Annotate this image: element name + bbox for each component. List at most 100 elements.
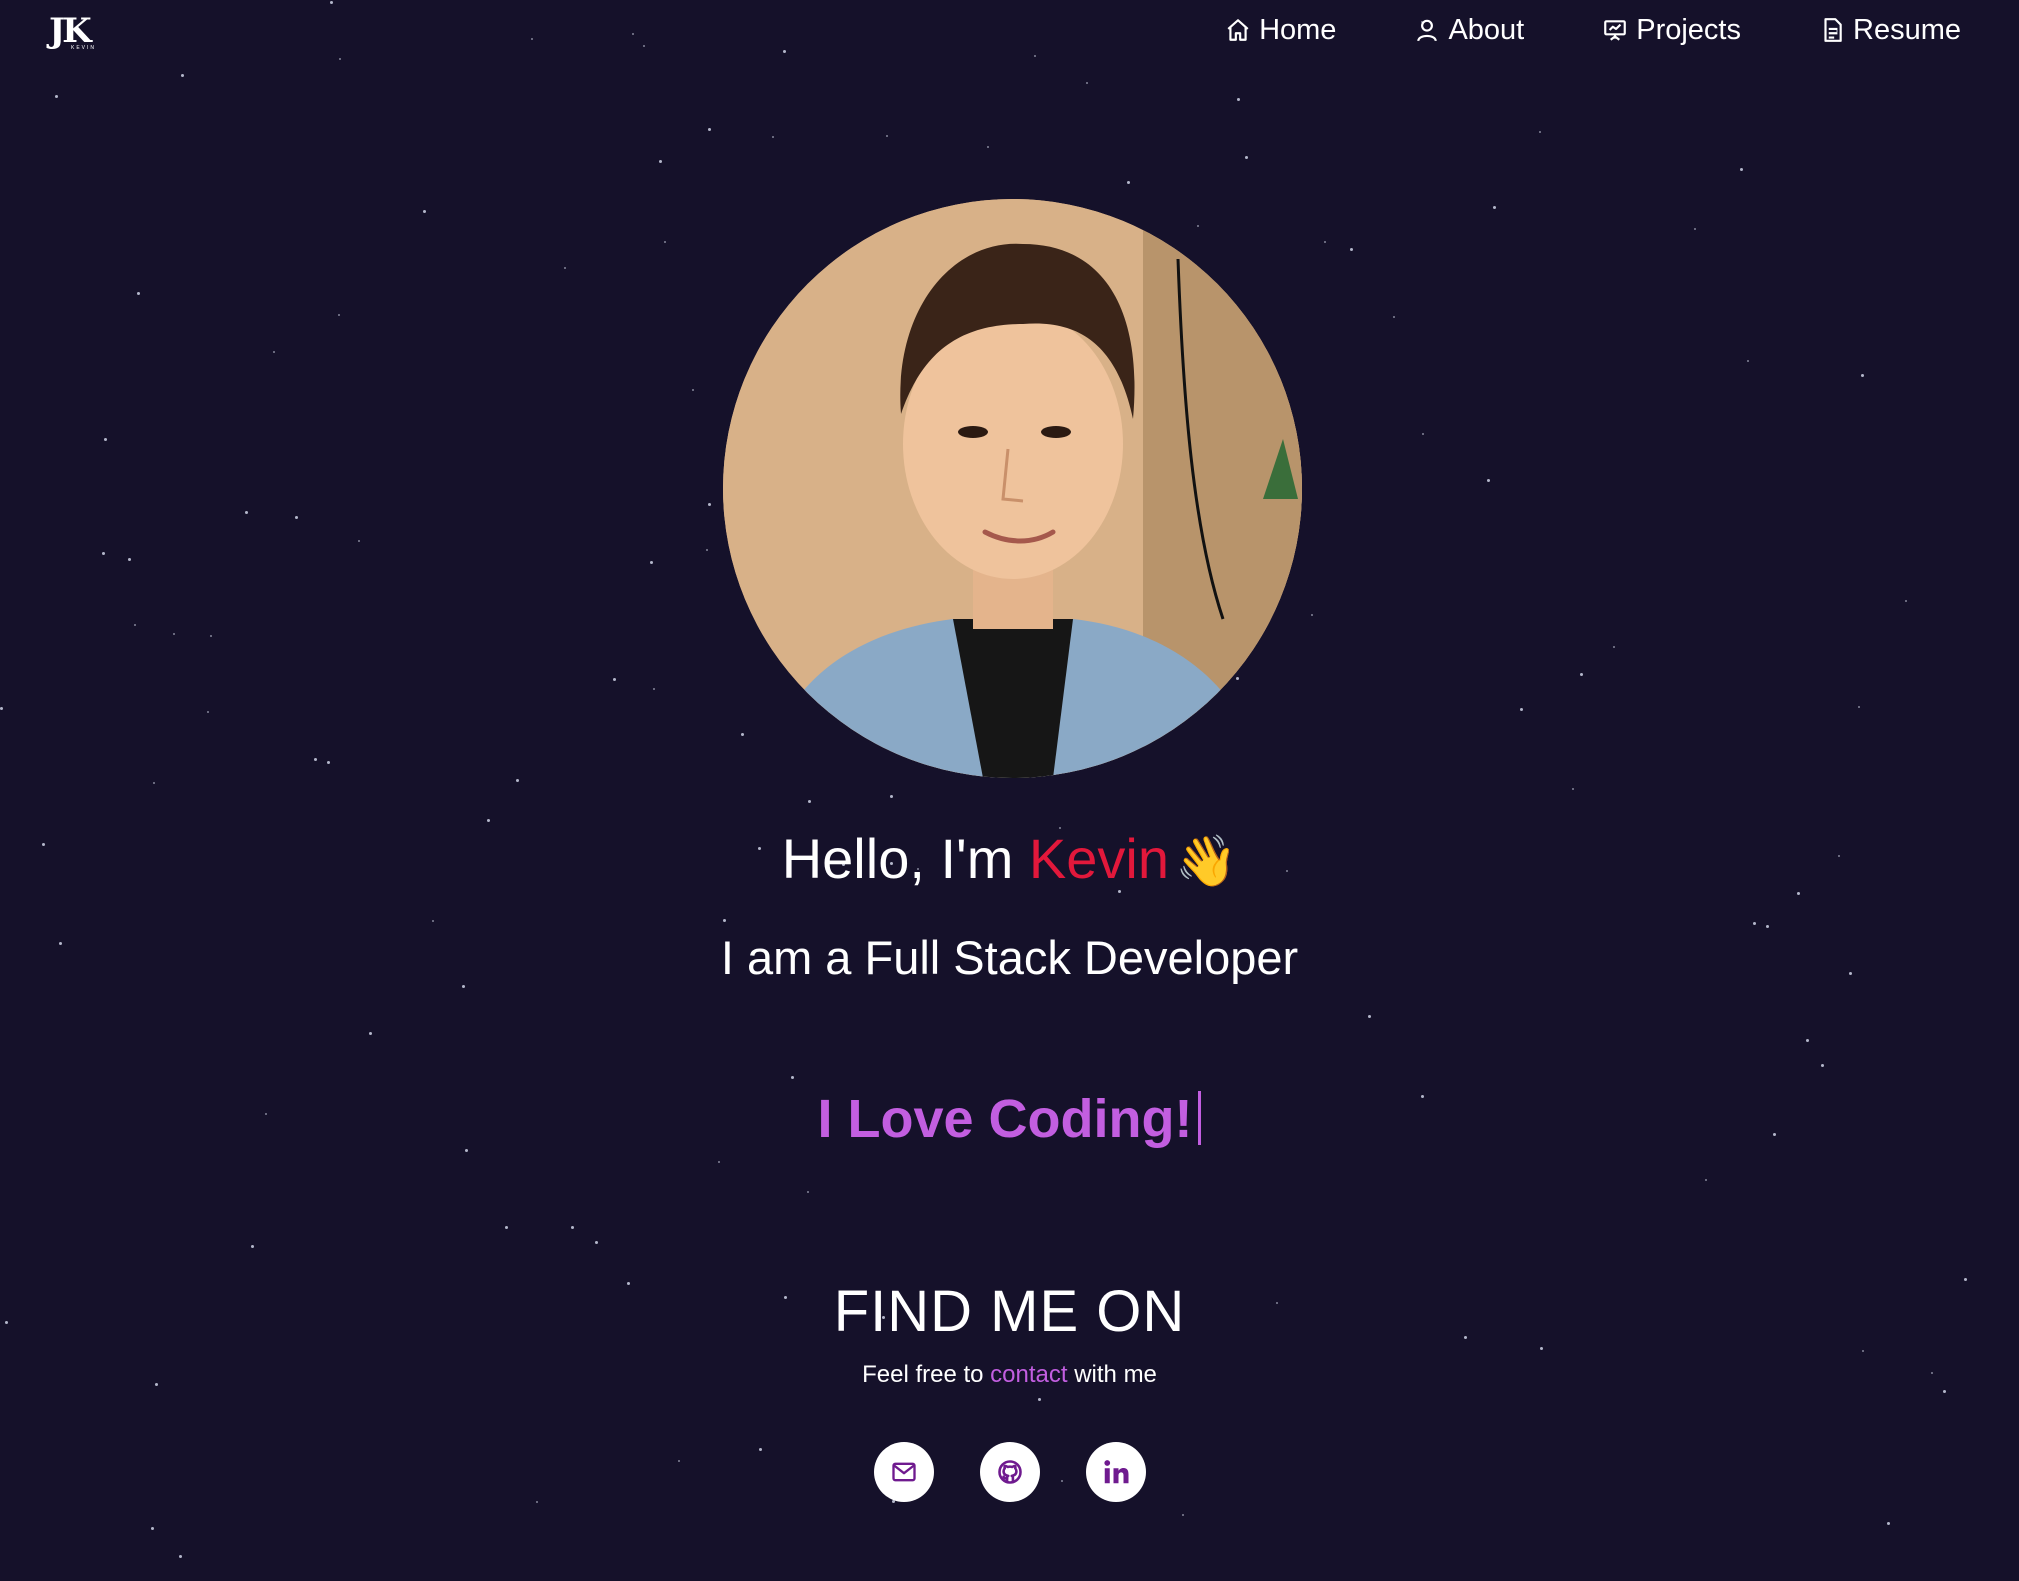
star — [210, 635, 212, 637]
star — [102, 552, 105, 555]
star — [1572, 788, 1574, 790]
nav-item-projects[interactable]: Projects — [1602, 12, 1741, 48]
linkedin-button[interactable] — [1085, 1442, 1146, 1502]
logo[interactable]: JK KEVIN — [49, 14, 115, 52]
email-button[interactable] — [873, 1442, 934, 1502]
star — [1324, 241, 1326, 243]
nav-item-label: Projects — [1636, 13, 1741, 46]
nav-item-label: About — [1448, 13, 1525, 46]
star — [1520, 708, 1523, 711]
star — [708, 503, 711, 506]
star — [134, 624, 136, 626]
star — [137, 292, 140, 295]
star — [708, 128, 711, 131]
star — [462, 985, 465, 988]
star — [1694, 228, 1696, 230]
presentation-icon — [1604, 20, 1627, 41]
star — [173, 633, 175, 635]
github-icon — [997, 1460, 1022, 1484]
star — [692, 389, 694, 391]
home-icon — [1227, 19, 1249, 41]
profile-avatar — [723, 199, 1302, 778]
greeting-prefix: Hello, I'm — [781, 827, 1029, 890]
star — [432, 920, 434, 922]
logo-subtext: KEVIN — [71, 45, 97, 51]
star — [1086, 82, 1088, 84]
star — [327, 761, 330, 764]
star — [338, 314, 340, 316]
star — [207, 711, 209, 713]
social-links — [0, 1442, 2019, 1502]
star — [1245, 156, 1248, 159]
star — [886, 135, 888, 137]
star — [1237, 98, 1240, 101]
star — [1580, 673, 1583, 676]
nav-item-resume[interactable]: Resume — [1819, 12, 1961, 48]
typing-cursor — [1198, 1091, 1202, 1145]
star — [179, 1555, 182, 1558]
linkedin-icon — [1103, 1460, 1128, 1484]
star — [151, 1527, 154, 1530]
star — [1753, 922, 1756, 925]
star — [1350, 248, 1353, 251]
star — [808, 800, 811, 803]
star — [1747, 360, 1749, 362]
feel-suffix: with me — [1067, 1361, 1157, 1388]
star — [1887, 1522, 1890, 1525]
nav-item-label: Home — [1259, 13, 1337, 46]
github-button[interactable] — [979, 1442, 1040, 1502]
star — [1422, 433, 1424, 435]
star — [516, 779, 519, 782]
star — [791, 1076, 794, 1079]
star — [153, 782, 155, 784]
star — [1182, 1514, 1184, 1516]
star — [295, 516, 298, 519]
contact-link[interactable]: contact — [990, 1361, 1067, 1388]
star — [1127, 181, 1130, 184]
nav-item-home[interactable]: Home — [1225, 12, 1336, 48]
star — [358, 540, 360, 542]
logo-text: JK — [49, 11, 92, 51]
star — [181, 74, 184, 77]
star — [613, 678, 616, 681]
greeting-name: Kevin — [1028, 827, 1169, 890]
star — [890, 795, 893, 798]
find-me-subtitle: Feel free to contact with me — [0, 1361, 2019, 1389]
hero-role: I am a Full Stack Developer — [720, 931, 1299, 984]
star — [741, 733, 744, 736]
mail-icon — [891, 1462, 916, 1482]
star — [1539, 131, 1541, 133]
star — [273, 351, 275, 353]
star — [369, 1032, 372, 1035]
star — [251, 1245, 254, 1248]
star — [1487, 479, 1490, 482]
star — [245, 511, 248, 514]
navbar: JK KEVIN Home About Projects Resume — [0, 0, 2019, 62]
find-me-title: FIND ME ON — [833, 1279, 1186, 1344]
typewriter-value: I Love Coding! — [817, 1089, 1193, 1149]
star — [1861, 374, 1864, 377]
star — [314, 758, 317, 761]
star — [1197, 225, 1199, 227]
star — [664, 241, 666, 243]
star — [1858, 706, 1860, 708]
star — [1705, 1179, 1707, 1181]
star — [1806, 1039, 1809, 1042]
profile-photo — [723, 199, 1302, 778]
star — [1821, 1064, 1824, 1067]
hero-greeting: Hello, I'm Kevin 👋 — [0, 826, 2019, 891]
star — [571, 1226, 574, 1229]
star — [1311, 614, 1313, 616]
star — [1943, 1390, 1946, 1393]
nav-item-label: Resume — [1853, 13, 1961, 46]
star — [1368, 1015, 1371, 1018]
user-icon — [1417, 19, 1438, 42]
star — [1862, 1350, 1864, 1352]
star — [1613, 646, 1615, 648]
star — [505, 1226, 508, 1229]
star — [595, 1241, 598, 1244]
star — [718, 1161, 720, 1163]
nav-menu: Home About Projects Resume — [1147, 12, 1961, 48]
nav-item-about[interactable]: About — [1414, 12, 1524, 48]
star — [128, 558, 131, 561]
